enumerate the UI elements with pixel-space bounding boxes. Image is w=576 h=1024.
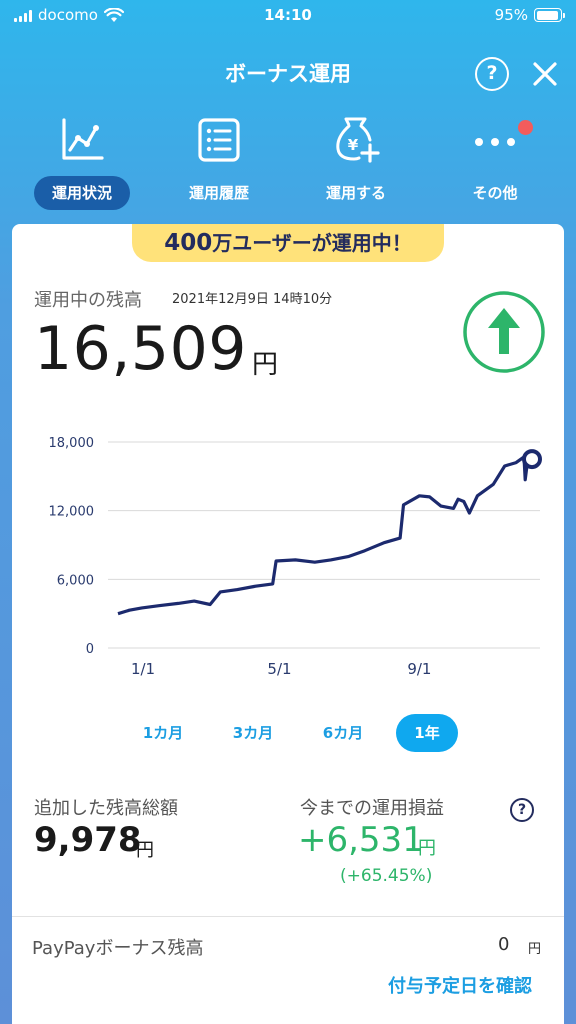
nav-label-status: 運用状況 — [34, 176, 130, 210]
battery-fill — [536, 10, 559, 20]
status-time: 14:10 — [264, 6, 312, 24]
promo-banner: 400万ユーザーが運用中！ — [132, 224, 444, 262]
notification-badge — [518, 120, 533, 135]
added-total-unit: 円 — [136, 840, 154, 861]
list-icon — [198, 118, 240, 162]
y-tick-label: 12,000 — [49, 505, 95, 520]
bonus-balance-label: PayPayボーナス残高 — [32, 938, 204, 959]
money-bag-plus-icon: ¥ — [336, 117, 380, 163]
profit-unit: 円 — [418, 838, 436, 859]
y-tick-label: 6,000 — [57, 573, 94, 588]
nav-label-invest: 運用する — [325, 184, 386, 202]
bonus-balance-value: 0 — [498, 934, 510, 955]
status-bar: docomo 14:10 95% — [0, 0, 576, 34]
added-total-value: 9,978 — [34, 820, 142, 860]
range-6-months[interactable]: 6カ月 — [312, 714, 374, 752]
up-arrow-icon — [463, 291, 545, 373]
promo-count: 400 — [164, 230, 213, 256]
y-tick-label: 18,000 — [49, 436, 95, 451]
balance-value: 16,509 — [34, 314, 247, 384]
nav-label-more: その他 — [472, 184, 518, 202]
more-icon — [475, 138, 515, 146]
balance-label: 運用中の残高 — [34, 290, 142, 311]
range-1-year[interactable]: 1年 — [396, 714, 458, 752]
close-icon[interactable] — [529, 58, 561, 90]
range-1-month[interactable]: 1カ月 — [132, 714, 194, 752]
profit-value: +6,531 — [298, 820, 424, 860]
battery-icon — [534, 8, 565, 22]
range-selector: 1カ月 3カ月 6カ月 1年 — [12, 714, 564, 754]
svg-text:¥: ¥ — [348, 136, 359, 154]
balance-chart: 18,000 12,000 6,000 0 1/1 5/1 9/1 — [49, 436, 542, 678]
y-tick-label: 0 — [86, 642, 94, 657]
nav-item-status[interactable]: 運用状況 — [22, 112, 142, 212]
nav-item-history[interactable]: 運用履歴 — [159, 112, 279, 212]
current-point-marker — [522, 449, 542, 470]
range-3-months[interactable]: 3カ月 — [222, 714, 284, 752]
help-button[interactable]: ? — [475, 57, 509, 91]
balance-datetime: 2021年12月9日 14時10分 — [172, 292, 333, 307]
profit-percent: (+65.45%) — [340, 866, 433, 886]
series-line — [117, 455, 533, 616]
x-tick-label: 1/1 — [131, 660, 155, 678]
profit-label: 今までの運用損益 — [300, 798, 444, 819]
profit-help-button[interactable]: ? — [510, 798, 534, 822]
chart-icon — [62, 118, 104, 160]
nav-label-history: 運用履歴 — [188, 184, 249, 202]
nav-item-more[interactable]: その他 — [435, 112, 555, 212]
grant-schedule-link[interactable]: 付与予定日を確認 — [388, 972, 532, 998]
x-tick-label: 5/1 — [267, 660, 291, 678]
top-nav: 運用状況 運用履歴 ¥ 運用する その他 — [0, 112, 576, 212]
status-right: 95% — [494, 6, 565, 24]
x-tick-label: 9/1 — [407, 660, 431, 678]
bonus-balance-unit: 円 — [528, 942, 542, 957]
battery-percent: 95% — [494, 6, 528, 24]
balance-unit: 円 — [252, 350, 279, 380]
portfolio-card: 400万ユーザーが運用中！ 運用中の残高 2021年12月9日 14時10分 1… — [12, 224, 564, 1024]
promo-text: 万ユーザーが運用中！ — [212, 231, 412, 255]
nav-item-invest[interactable]: ¥ 運用する — [296, 112, 416, 212]
divider — [12, 916, 564, 917]
added-total-label: 追加した残高総額 — [34, 798, 178, 819]
